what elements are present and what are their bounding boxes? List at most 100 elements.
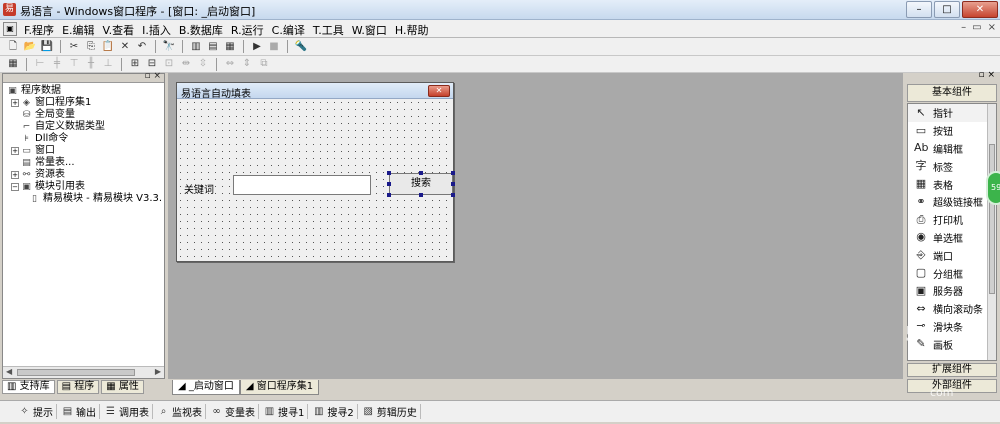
- tree-node-window-assembly[interactable]: + ◈ 窗口程序集1: [7, 97, 164, 109]
- form-designer-window[interactable]: 易语言自动填表 ✕ 关键词 搜索: [176, 82, 455, 262]
- menu-run[interactable]: R.运行: [227, 22, 268, 38]
- tab-tips[interactable]: ✧ 提示: [16, 404, 57, 419]
- component-button[interactable]: ▭ 按钮: [908, 122, 996, 140]
- tab-program[interactable]: ▤ 程序: [56, 380, 100, 394]
- menu-insert[interactable]: I.插入: [138, 22, 175, 38]
- components-vertical-scrollbar[interactable]: [987, 104, 996, 360]
- menu-view[interactable]: V.查看: [99, 22, 139, 38]
- keyword-label[interactable]: 关键词: [184, 181, 214, 196]
- tree-node-global-variables[interactable]: ⛁ 全局变量: [7, 109, 164, 121]
- component-radio[interactable]: ◉ 单选框: [908, 229, 996, 247]
- debug-icon[interactable]: 🔦: [294, 40, 308, 54]
- tree-node-resources[interactable]: + ⚯ 资源表: [7, 169, 164, 181]
- extended-components-tab[interactable]: 扩展组件: [907, 363, 997, 377]
- align-center-icon[interactable]: ╪: [50, 57, 64, 71]
- collapse-icon[interactable]: −: [11, 183, 19, 191]
- menu-window[interactable]: W.窗口: [348, 22, 391, 38]
- tree-node-module-references[interactable]: − ▣ 模块引用表: [7, 181, 164, 193]
- copy-icon[interactable]: ⎘: [84, 40, 98, 54]
- space-horizontal-icon[interactable]: ⇹: [179, 57, 193, 71]
- tab-variables[interactable]: ∞ 变量表: [208, 404, 259, 419]
- tab-search2[interactable]: ▥ 搜寻2: [310, 404, 358, 419]
- save-icon[interactable]: 💾: [40, 40, 54, 54]
- tree-horizontal-scrollbar[interactable]: ◀ ▶: [3, 366, 164, 378]
- align-bottom-icon[interactable]: ⊥: [101, 57, 115, 71]
- tree-node-windows[interactable]: + ▭ 窗口: [7, 145, 164, 157]
- tab-call-stack[interactable]: ☰ 调用表: [102, 404, 153, 419]
- cut-icon[interactable]: ✂: [67, 40, 81, 54]
- delete-icon[interactable]: ✕: [118, 40, 132, 54]
- undo-icon[interactable]: ↶: [135, 40, 149, 54]
- scrollbar-thumb[interactable]: [989, 144, 995, 294]
- same-height-icon[interactable]: ⊟: [145, 57, 159, 71]
- menu-help[interactable]: H.帮助: [391, 22, 433, 38]
- new-file-icon[interactable]: 🗋: [6, 40, 20, 54]
- basic-components-header[interactable]: 基本组件: [907, 84, 997, 102]
- scroll-right-icon[interactable]: ▶: [155, 367, 161, 376]
- component-editbox[interactable]: Ab 编辑框: [908, 140, 996, 158]
- menu-program[interactable]: F.程序: [20, 22, 58, 38]
- mdi-restore-button[interactable]: ▭: [972, 22, 981, 33]
- panel-pin-close-icon[interactable]: ▫ ×: [144, 71, 161, 81]
- layout-2-icon[interactable]: ▤: [206, 40, 220, 54]
- component-hyperlink[interactable]: ⚭ 超级链接框: [908, 193, 996, 211]
- selection-handle[interactable]: [387, 182, 391, 186]
- floating-badge[interactable]: 59: [986, 171, 1000, 205]
- component-server[interactable]: ▣ 服务器: [908, 282, 996, 300]
- scroll-left-icon[interactable]: ◀: [6, 367, 12, 376]
- component-groupbox[interactable]: ▢ 分组框: [908, 264, 996, 282]
- paste-icon[interactable]: 📋: [101, 40, 115, 54]
- tree-node-dll-commands[interactable]: ⊧ Dll命令: [7, 133, 164, 145]
- maximize-button[interactable]: □: [934, 1, 960, 18]
- keyword-input[interactable]: [233, 175, 371, 195]
- selection-handle[interactable]: [387, 171, 391, 175]
- same-width-icon[interactable]: ⊞: [128, 57, 142, 71]
- tab-support-library[interactable]: ▥ 支持库: [2, 380, 55, 394]
- component-table[interactable]: ▦ 表格: [908, 175, 996, 193]
- component-port[interactable]: ⎆ 端口: [908, 246, 996, 264]
- layout-3-icon[interactable]: ▦: [223, 40, 237, 54]
- tab-search1[interactable]: ▥ 搜寻1: [261, 404, 309, 419]
- mdi-document-icon[interactable]: ▣: [3, 22, 17, 36]
- tab-clip-history[interactable]: ▧ 剪辑历史: [360, 404, 421, 419]
- layout-1-icon[interactable]: ▥: [189, 40, 203, 54]
- align-left-icon[interactable]: ⊢: [33, 57, 47, 71]
- form-close-icon[interactable]: ✕: [428, 85, 450, 97]
- same-size-icon[interactable]: ⊡: [162, 57, 176, 71]
- tree-node-custom-types[interactable]: ⌐ 自定义数据类型: [7, 121, 164, 133]
- run-icon[interactable]: ▶: [250, 40, 264, 54]
- tree-node-program-data[interactable]: ▣ 程序数据: [7, 85, 164, 97]
- find-icon[interactable]: 🔭: [162, 40, 176, 54]
- tab-startup-window[interactable]: ◢ _启动窗口: [172, 380, 240, 395]
- tab-window-assembly[interactable]: ◢ 窗口程序集1: [239, 380, 320, 395]
- stop-icon[interactable]: ■: [267, 40, 281, 54]
- selection-handle[interactable]: [451, 171, 455, 175]
- selection-handle[interactable]: [451, 193, 455, 197]
- tree-node-jingyi-module[interactable]: ▯ 精易模块 - 精易模块 V3.3.: [7, 193, 164, 205]
- tab-properties[interactable]: ▦ 属性: [101, 380, 144, 394]
- close-button[interactable]: ✕: [962, 1, 998, 18]
- menu-tools[interactable]: T.工具: [309, 22, 348, 38]
- minimize-button[interactable]: –: [906, 1, 932, 18]
- tree-node-constants[interactable]: ▤ 常量表...: [7, 157, 164, 169]
- component-hscrollbar[interactable]: ⇔ 横向滚动条: [908, 300, 996, 318]
- tab-watch[interactable]: ⌕ 监视表: [155, 404, 206, 419]
- open-folder-icon[interactable]: 📂: [23, 40, 37, 54]
- component-printer[interactable]: ⎙ 打印机: [908, 211, 996, 229]
- grid-icon[interactable]: ▦: [6, 57, 20, 71]
- form-grid[interactable]: 关键词 搜索: [177, 99, 455, 261]
- center-horizontal-icon[interactable]: ⇔: [223, 57, 237, 71]
- mdi-minimize-button[interactable]: –: [961, 22, 966, 33]
- expand-icon[interactable]: +: [11, 171, 19, 179]
- selection-handle[interactable]: [419, 193, 423, 197]
- expand-icon[interactable]: +: [11, 99, 19, 107]
- form-title-bar[interactable]: 易语言自动填表 ✕: [177, 83, 453, 100]
- menu-database[interactable]: B.数据库: [175, 22, 227, 38]
- expand-icon[interactable]: +: [11, 147, 19, 155]
- selection-handle[interactable]: [387, 193, 391, 197]
- component-label[interactable]: 字标签: [908, 157, 996, 175]
- menu-edit[interactable]: E.编辑: [58, 22, 98, 38]
- space-vertical-icon[interactable]: ⇳: [196, 57, 210, 71]
- selection-handle[interactable]: [451, 182, 455, 186]
- component-pointer[interactable]: ↖ 指针: [908, 104, 996, 122]
